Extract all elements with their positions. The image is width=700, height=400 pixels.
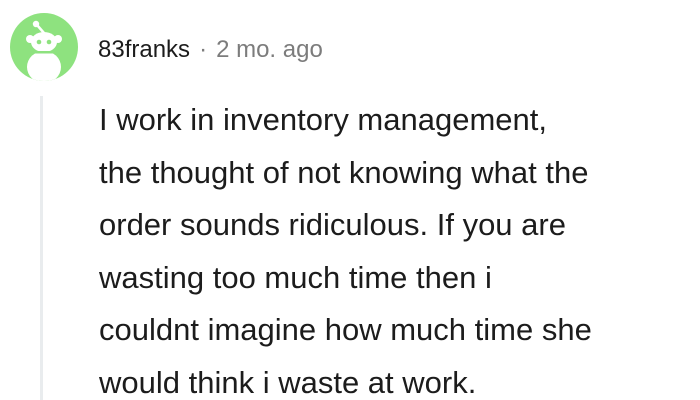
comment-body-line: the thought of not knowing what the (99, 154, 589, 190)
comment-body-line: wasting too much time then i (99, 259, 492, 295)
comment-body-line: would think i waste at work. (99, 364, 477, 400)
timestamp-link[interactable]: 2 mo. ago (216, 36, 323, 64)
meta-separator: · (199, 36, 208, 63)
comment-body: I work in inventory management, the thou… (99, 94, 694, 400)
username-link[interactable]: 83franks (98, 36, 190, 64)
snoo-avatar-icon (26, 20, 62, 81)
comment-body-line: couldnt imagine how much time she (99, 312, 592, 347)
comment: 83franks · 2 mo. ago I work in inventory… (0, 0, 700, 400)
comment-body-line: I work in inventory management, (99, 102, 547, 137)
comment-body-line: order sounds ridiculous. If you are (99, 207, 566, 242)
comment-meta: 83franks · 2 mo. ago (98, 33, 323, 67)
thread-collapse-line[interactable] (40, 96, 43, 400)
user-avatar[interactable] (10, 13, 78, 81)
